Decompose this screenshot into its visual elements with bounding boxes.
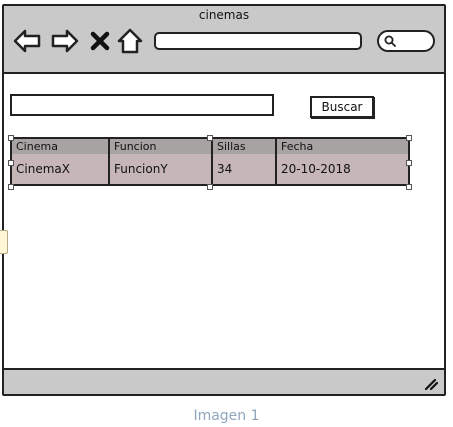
comment-marker[interactable]: [0, 230, 8, 254]
selection-handle[interactable]: [8, 184, 14, 190]
column-header-cinema[interactable]: Cinema: [12, 139, 110, 154]
selection-handle[interactable]: [8, 160, 14, 166]
results-table: Cinema Funcion Sillas Fecha CinemaX Func…: [10, 137, 410, 186]
selection-handle[interactable]: [406, 135, 412, 141]
table-header-row: Cinema Funcion Sillas Fecha: [12, 139, 408, 154]
image-caption: Imagen 1: [193, 408, 260, 424]
selection-handle[interactable]: [8, 135, 14, 141]
selection-handle[interactable]: [406, 160, 412, 166]
browser-window: cinemas Buscar Cinema Funcion Sillas Fec…: [2, 4, 446, 396]
page-content: Buscar Cinema Funcion Sillas Fecha Cinem…: [4, 74, 444, 368]
browser-search-field[interactable]: [377, 30, 435, 52]
search-button[interactable]: Buscar: [310, 96, 374, 118]
table-cell-fecha: 20-10-2018: [281, 162, 351, 176]
column-header-sillas[interactable]: Sillas: [213, 139, 277, 154]
selection-handle[interactable]: [406, 184, 412, 190]
home-icon[interactable]: [116, 26, 144, 56]
selection-handle[interactable]: [207, 184, 213, 190]
column-header-funcion[interactable]: Funcion: [110, 139, 213, 154]
column-header-fecha[interactable]: Fecha: [277, 139, 408, 154]
table-cell-cinema: CinemaX: [12, 154, 110, 184]
status-bar: [4, 368, 444, 394]
search-icon: [384, 35, 396, 47]
address-bar[interactable]: [154, 32, 362, 50]
browser-toolbar: cinemas: [4, 6, 444, 74]
search-input[interactable]: [10, 94, 274, 116]
table-cell-funcion: FuncionY: [110, 154, 213, 184]
table-row[interactable]: CinemaX FuncionY 34 20-10-2018: [12, 154, 408, 184]
forward-arrow-icon[interactable]: [50, 26, 80, 56]
table-cell-sillas: 34: [213, 154, 277, 184]
resize-grip-icon[interactable]: [424, 376, 438, 390]
close-icon[interactable]: [88, 26, 112, 56]
selection-handle[interactable]: [207, 135, 213, 141]
back-arrow-icon[interactable]: [12, 26, 42, 56]
window-title: cinemas: [198, 8, 250, 22]
